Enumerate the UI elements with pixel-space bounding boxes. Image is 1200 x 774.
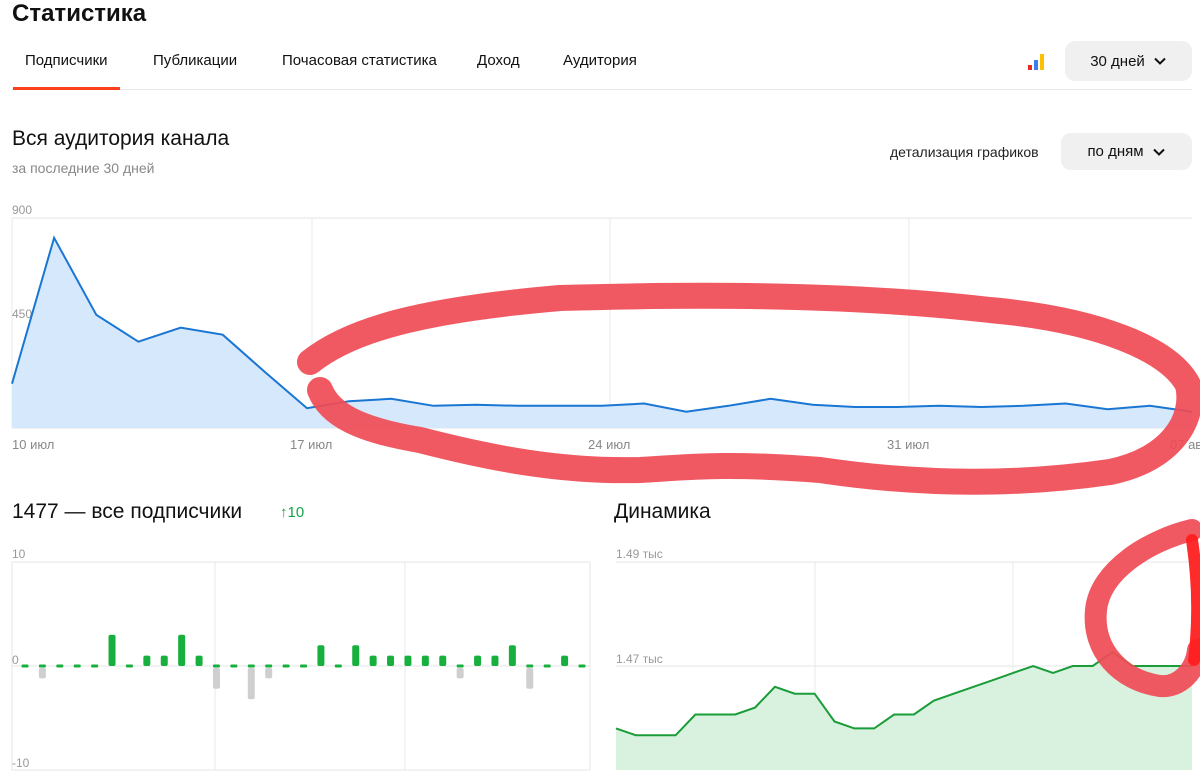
bar-zero [56,664,64,668]
bar-zero [265,664,273,668]
bar-negative [38,668,46,679]
bar-zero [73,664,81,668]
x-tick-label: 17 июл [290,437,332,452]
bar-positive [387,655,395,666]
y-tick-label: 1.49 тыс [616,547,663,561]
bar-zero [334,664,342,668]
bar-zero [91,664,99,668]
x-tick-label: 07 авг [1170,437,1200,452]
bar-negative [247,668,255,700]
x-tick-label: 24 июл [588,437,630,452]
bar-positive [561,655,569,666]
y-tick-label: 0 [12,653,19,667]
x-tick-label: 10 июл [12,437,54,452]
bar-zero [543,664,551,668]
bar-positive [369,655,377,666]
bar-negative [212,668,220,689]
bar-zero [282,664,290,668]
bar-positive [352,645,360,666]
bar-zero [300,664,307,668]
bar-zero [212,664,220,668]
y-tick-label: 900 [12,203,32,217]
bar-positive [404,655,412,666]
bar-zero [456,664,464,668]
bar-positive [195,655,203,666]
bar-positive [317,645,325,666]
bar-positive [421,655,429,666]
bar-zero [230,664,238,668]
bar-positive [160,655,168,666]
bar-positive [143,655,151,666]
bar-zero [125,664,133,668]
audience-area-fill [12,237,1192,428]
bar-negative [526,668,534,689]
bar-zero [526,664,534,668]
charts-canvas: 900450010 июл17 июл24 июл31 июл07 авг100… [11,203,1200,771]
bar-negative [456,668,464,679]
dynamics-area-fill [616,652,1192,770]
y-tick-label: 450 [12,307,32,321]
y-tick-label: 1.47 тыс [616,652,663,666]
y-tick-label: 10 [12,547,26,561]
bar-zero [247,664,255,668]
bar-positive [439,655,447,666]
bar-positive [474,655,482,666]
bar-positive [491,655,499,666]
bar-zero [578,664,586,668]
y-tick-label: -10 [12,756,30,770]
x-tick-label: 31 июл [887,437,929,452]
bar-zero [38,664,46,668]
bar-positive [178,634,186,666]
bar-negative [265,668,273,679]
bar-positive [108,634,116,666]
bar-positive [508,645,516,666]
bar-zero [21,664,29,668]
